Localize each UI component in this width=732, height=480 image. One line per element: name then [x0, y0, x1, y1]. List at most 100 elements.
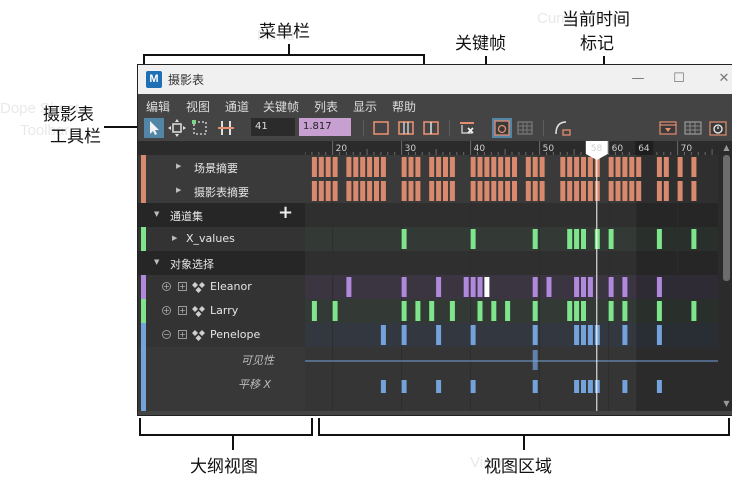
- keyframe-eleanor[interactable]: [463, 277, 469, 297]
- keyframe-scene-summary[interactable]: [311, 157, 317, 177]
- keyframe-eleanor[interactable]: [574, 277, 580, 297]
- scroll-thumb[interactable]: [723, 155, 730, 281]
- outliner-row-scene-summary[interactable]: ▶ 场景摘要: [138, 155, 305, 179]
- keyframe-penelope[interactable]: [436, 325, 442, 345]
- keyframe-larry[interactable]: [691, 301, 697, 321]
- outliner-row-eleanor[interactable]: + + Eleanor: [138, 275, 305, 299]
- scroll-down-icon[interactable]: ▼: [721, 399, 732, 408]
- menu-keys[interactable]: 关键帧: [263, 98, 299, 115]
- keyframe-penelope[interactable]: [581, 325, 586, 345]
- keyframe-x-values[interactable]: [532, 229, 538, 249]
- keyframe-scene-summary[interactable]: [525, 157, 531, 177]
- add-channel-set-icon[interactable]: +: [278, 202, 293, 223]
- keyframe-dopesheet-summary[interactable]: [380, 181, 386, 201]
- keyframe-scene-summary[interactable]: [346, 157, 352, 177]
- keyframe-scene-summary[interactable]: [560, 157, 566, 177]
- keyframe-dopesheet-summary[interactable]: [525, 181, 531, 201]
- keyframe-larry[interactable]: [401, 301, 407, 321]
- keyframe-scene-summary[interactable]: [532, 157, 538, 177]
- keyframe-x-values[interactable]: [574, 229, 580, 249]
- keyframe-eleanor[interactable]: [622, 277, 628, 297]
- keyframe-penelope[interactable]: [380, 325, 386, 345]
- key-value-field[interactable]: 1.817: [299, 118, 351, 136]
- vertical-scrollbar[interactable]: ▲ ▼: [718, 141, 732, 411]
- keyframe-dopesheet-summary[interactable]: [325, 181, 331, 201]
- keyframe-dopesheet-summary[interactable]: [512, 181, 517, 201]
- expand-box-icon[interactable]: +: [178, 306, 187, 315]
- keyframe-scene-summary[interactable]: [677, 157, 683, 177]
- keyframe-scene-summary[interactable]: [629, 157, 635, 177]
- keyframe-larry[interactable]: [449, 301, 455, 321]
- close-icon[interactable]: ✕: [714, 69, 732, 89]
- keyframe-dopesheet-summary[interactable]: [429, 181, 435, 201]
- visibility-key-marker[interactable]: [532, 350, 538, 370]
- keyframe-translate-x[interactable]: [401, 380, 407, 393]
- keyframe-scene-summary[interactable]: [408, 157, 414, 177]
- keyframe-dopesheet-summary[interactable]: [587, 181, 593, 201]
- keyframe-x-values[interactable]: [401, 229, 407, 249]
- keyframe-scene-summary[interactable]: [367, 157, 373, 177]
- keyframe-scene-summary[interactable]: [360, 157, 366, 177]
- keyframe-dopesheet-summary[interactable]: [567, 181, 573, 201]
- keyframe-scene-summary[interactable]: [429, 157, 435, 177]
- stopwatch-tool-icon[interactable]: [708, 118, 728, 138]
- keyframe-dopesheet-summary[interactable]: [677, 181, 683, 201]
- keyframe-larry[interactable]: [477, 301, 483, 321]
- keyframe-eleanor[interactable]: [470, 277, 476, 297]
- keyframe-translate-x[interactable]: [587, 380, 593, 393]
- view-area[interactable]: 20 30 40 50 60 70 64 58: [305, 141, 718, 411]
- dope-sheet-graph[interactable]: 20 30 40 50 60 70 64 58: [305, 141, 718, 411]
- keyframe-scene-summary[interactable]: [484, 157, 490, 177]
- keyframe-scene-summary[interactable]: [636, 157, 642, 177]
- menu-list[interactable]: 列表: [314, 98, 338, 115]
- keyframe-dopesheet-summary[interactable]: [615, 181, 621, 201]
- minimize-icon[interactable]: —: [628, 69, 648, 89]
- keyframe-dopesheet-summary[interactable]: [470, 181, 476, 201]
- keyframe-dopesheet-summary[interactable]: [581, 181, 586, 201]
- move-tool-icon[interactable]: [167, 118, 187, 138]
- graph-view-tool-icon[interactable]: [492, 118, 512, 138]
- keyframe-scene-summary[interactable]: [498, 157, 504, 177]
- keyframe-larry[interactable]: [608, 301, 614, 321]
- keyframe-dopesheet-summary[interactable]: [505, 181, 511, 201]
- keyframe-translate-x[interactable]: [656, 380, 662, 393]
- keyframe-scene-summary[interactable]: [443, 157, 448, 177]
- outliner-row-visibility[interactable]: 可见性: [138, 347, 305, 371]
- keyframe-penelope[interactable]: [656, 325, 662, 345]
- keyframe-larry[interactable]: [415, 301, 421, 321]
- keyframe-dopesheet-summary[interactable]: [436, 181, 442, 201]
- keyframe-translate-x[interactable]: [532, 380, 538, 393]
- keyframe-dopesheet-summary[interactable]: [408, 181, 414, 201]
- keyframe-eleanor[interactable]: [608, 277, 614, 297]
- menu-help[interactable]: 帮助: [392, 98, 416, 115]
- keyframe-scene-summary[interactable]: [622, 157, 628, 177]
- keyframe-x-values[interactable]: [581, 229, 586, 249]
- keyframe-dopesheet-summary[interactable]: [663, 181, 669, 201]
- insert-key-tool-icon[interactable]: [371, 118, 391, 138]
- keyframe-dopesheet-summary[interactable]: [532, 181, 538, 201]
- keyframe-dopesheet-summary[interactable]: [608, 181, 614, 201]
- grid-tool-icon[interactable]: [683, 118, 703, 138]
- expand-arrow-icon[interactable]: ▶: [176, 162, 181, 170]
- keyframe-larry[interactable]: [581, 301, 586, 321]
- delete-key-tool-icon[interactable]: [457, 118, 477, 138]
- menu-edit[interactable]: 编辑: [146, 98, 170, 115]
- outliner-row-object-selection[interactable]: ▼ 对象选择: [138, 251, 305, 275]
- keyframe-larry[interactable]: [332, 301, 338, 321]
- keyframe-scene-summary[interactable]: [567, 157, 573, 177]
- keyframe-scene-summary[interactable]: [656, 157, 662, 177]
- camera-tool-icon[interactable]: [658, 118, 678, 138]
- keyframe-scene-summary[interactable]: [332, 157, 338, 177]
- keyframe-dopesheet-summary[interactable]: [622, 181, 628, 201]
- outliner-row-larry[interactable]: + + Larry: [138, 299, 305, 323]
- keyframe-larry[interactable]: [311, 301, 317, 321]
- keyframe-selected[interactable]: [484, 277, 490, 297]
- keyframe-scene-summary[interactable]: [477, 157, 483, 177]
- keyframe-scene-summary[interactable]: [401, 157, 407, 177]
- expand-circle-icon[interactable]: +: [162, 282, 171, 291]
- keyframe-dopesheet-summary[interactable]: [498, 181, 504, 201]
- keyframe-eleanor[interactable]: [532, 277, 538, 297]
- keyframe-dopesheet-summary[interactable]: [311, 181, 317, 201]
- title-bar[interactable]: M 摄影表 — ☐ ✕: [138, 65, 732, 94]
- keyframe-dopesheet-summary[interactable]: [401, 181, 407, 201]
